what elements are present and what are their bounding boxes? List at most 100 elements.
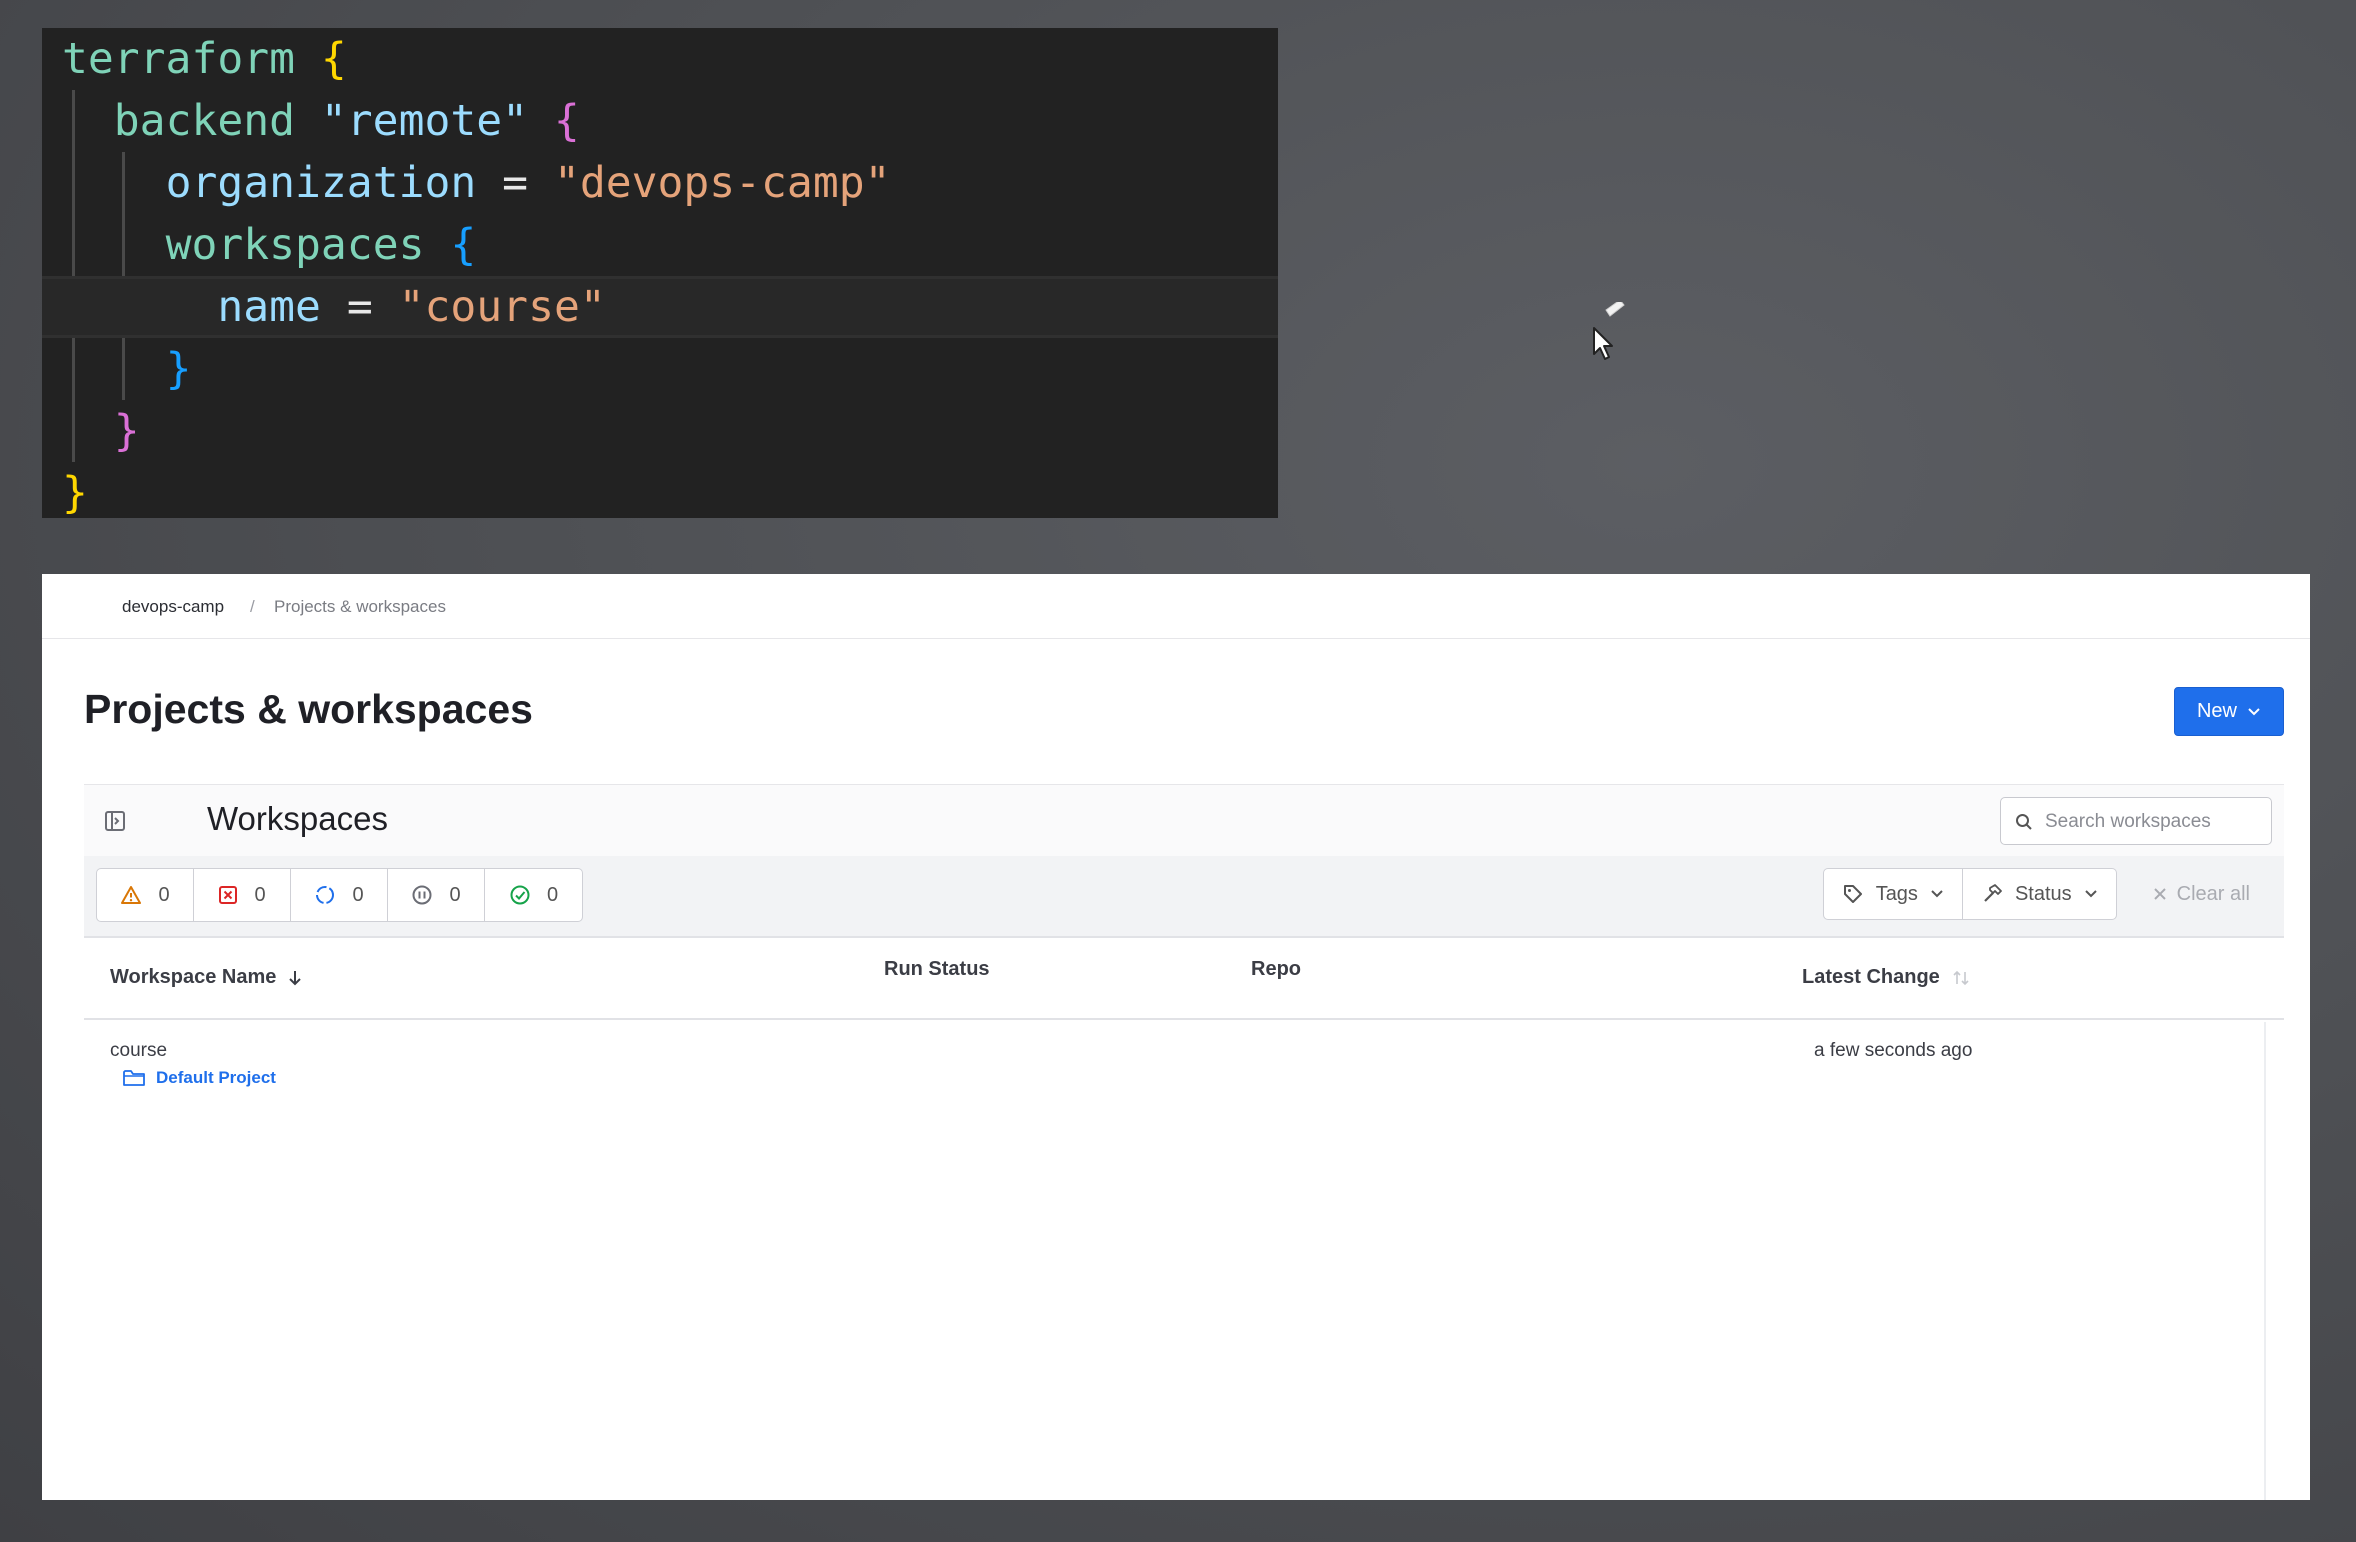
code-text: name = "course" — [217, 279, 605, 335]
new-button-label: New — [2196, 700, 2237, 722]
new-button[interactable]: New — [2174, 687, 2284, 736]
table-row[interactable]: course Default Project a few seconds ago — [84, 1018, 2284, 1108]
code-line: } — [42, 338, 1278, 400]
code-text: } — [166, 338, 192, 400]
code-token: } — [113, 406, 140, 456]
sidebar-toggle-icon[interactable] — [104, 810, 126, 832]
clear-all-label: Clear all — [2176, 882, 2250, 905]
filter-controls: Tags Status Clear all — [1822, 868, 2268, 920]
status-filter-success[interactable]: 0 — [485, 869, 582, 921]
workspaces-title: Workspaces — [207, 800, 388, 837]
code-line: organization = "devops-camp" — [42, 152, 1278, 214]
code-token: "devops-camp" — [553, 158, 891, 208]
project-name: Default Project — [156, 1068, 276, 1087]
scrollbar[interactable] — [2264, 1022, 2266, 1500]
status-count-value: 0 — [352, 883, 364, 906]
code-text: terraform { — [62, 28, 347, 90]
chevron-down-icon — [2084, 890, 2097, 898]
filter-bar: 0 0 0 0 0 Tags Status Clear all — [84, 856, 2284, 938]
web-app-window: devops-camp / Projects & workspaces Proj… — [42, 574, 2310, 1500]
code-text: organization = "devops-camp" — [166, 152, 891, 214]
status-filter-errored[interactable]: 0 — [194, 869, 291, 921]
chevron-down-icon — [2248, 707, 2260, 715]
status-filter-paused[interactable]: 0 — [388, 869, 485, 921]
code-token: = — [476, 158, 554, 208]
close-icon — [2153, 888, 2166, 900]
code-token: "course" — [398, 282, 606, 332]
mouse-cursor-icon — [1593, 302, 1625, 360]
code-token: { — [320, 34, 347, 84]
latest-change-value: a few seconds ago — [1814, 1040, 1973, 1061]
code-line: backend "remote" { — [42, 90, 1278, 152]
chevron-down-icon — [1931, 890, 1943, 898]
status-filter-dropdown[interactable]: Status — [1962, 868, 2117, 920]
code-line: name = "course" — [42, 276, 1278, 338]
breadcrumb-org-link[interactable]: devops-camp — [122, 597, 224, 617]
code-editor: terraform {backend "remote" {organizatio… — [42, 28, 1278, 518]
code-token: workspaces — [165, 220, 425, 270]
sort-icon — [1953, 970, 1969, 985]
column-header-label: Run Status — [884, 958, 990, 980]
code-token: organization — [165, 158, 477, 208]
status-count-value: 0 — [449, 883, 461, 906]
folder-icon — [123, 1070, 145, 1086]
running-icon — [316, 886, 335, 904]
code-token: { — [553, 96, 580, 146]
code-text: } — [114, 400, 140, 462]
breadcrumb: devops-camp / Projects & workspaces — [42, 574, 2310, 639]
status-count-group: 0 0 0 0 0 — [96, 868, 583, 922]
tag-icon — [1843, 885, 1862, 903]
breadcrumb-current: Projects & workspaces — [274, 597, 446, 616]
code-text: } — [62, 462, 88, 524]
code-line: } — [42, 400, 1278, 462]
code-token: backend — [113, 96, 296, 146]
code-token: "remote" — [320, 96, 529, 146]
column-header-label: Workspace Name — [110, 966, 277, 988]
code-token: = — [320, 282, 399, 332]
table-header: Workspace Name Run Status Repo Latest Ch… — [84, 936, 2284, 1020]
workspaces-header: Workspaces — [84, 784, 2284, 858]
clear-all-button[interactable]: Clear all — [2117, 868, 2268, 920]
search-icon — [2016, 814, 2032, 830]
breadcrumb-separator: / — [250, 597, 255, 616]
column-header-label: Latest Change — [1802, 966, 1940, 988]
workspace-name-link[interactable]: course — [110, 1040, 167, 1062]
code-line: } — [42, 462, 1278, 524]
hammer-icon — [1984, 884, 2002, 902]
paused-icon — [412, 885, 432, 905]
error-icon — [219, 886, 238, 904]
column-header-run-status: Run Status — [884, 958, 990, 981]
success-icon — [510, 885, 530, 905]
column-header-label: Repo — [1251, 958, 1301, 980]
search-box[interactable] — [2000, 797, 2272, 845]
code-text: backend "remote" { — [114, 90, 580, 152]
code-token: } — [165, 344, 192, 394]
project-link[interactable]: Default Project — [122, 1068, 276, 1088]
column-header-repo: Repo — [1251, 958, 1301, 981]
tags-filter-dropdown[interactable]: Tags — [1822, 868, 1963, 920]
code-token: } — [62, 468, 88, 518]
code-token: { — [450, 220, 477, 270]
column-header-latest-change[interactable]: Latest Change — [1802, 966, 1970, 989]
code-line: terraform { — [42, 28, 1278, 90]
status-filter-warning[interactable]: 0 — [97, 869, 194, 921]
sort-descending-icon — [289, 970, 302, 985]
tags-filter-label: Tags — [1875, 882, 1918, 905]
code-token: name — [217, 282, 321, 332]
code-token: terraform — [62, 34, 295, 84]
status-count-value: 0 — [254, 883, 266, 906]
column-header-workspace-name[interactable]: Workspace Name — [110, 966, 302, 989]
status-filter-running[interactable]: 0 — [291, 869, 388, 921]
page-title: Projects & workspaces — [84, 686, 533, 732]
code-text: workspaces { — [166, 214, 477, 276]
status-count-value: 0 — [546, 883, 559, 906]
status-filter-label: Status — [2014, 882, 2072, 905]
warning-icon — [121, 886, 142, 904]
search-input[interactable] — [2043, 808, 2267, 836]
code-line: workspaces { — [42, 214, 1278, 276]
status-count-value: 0 — [158, 883, 170, 906]
